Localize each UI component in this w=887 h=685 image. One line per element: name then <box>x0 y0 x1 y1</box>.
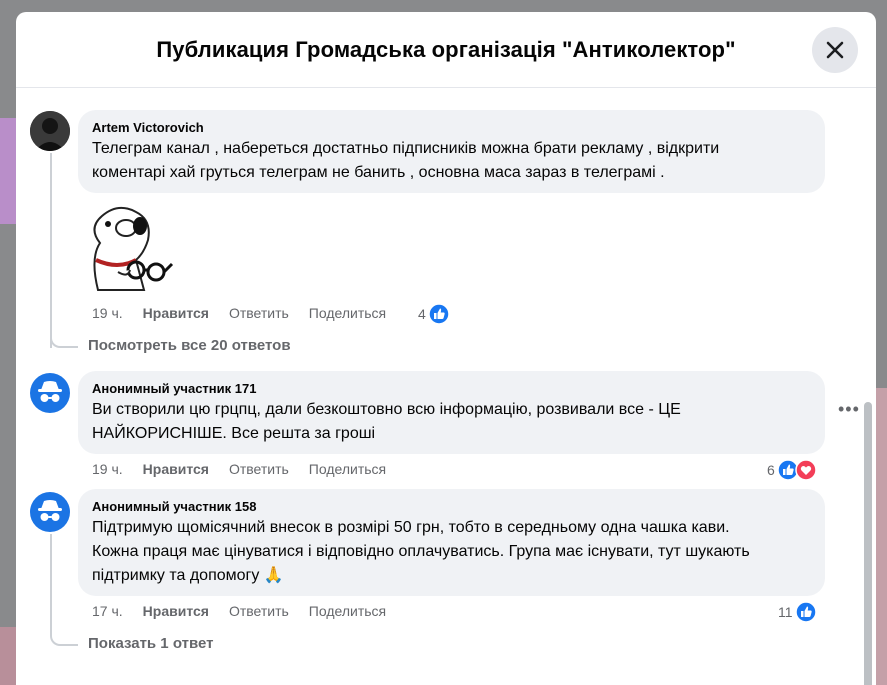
like-button[interactable]: Нравится <box>143 603 209 619</box>
avatar[interactable] <box>30 111 70 151</box>
comment-actions: 17 ч. Нравится Ответить Поделиться <box>92 603 386 619</box>
view-all-replies-button[interactable]: Посмотреть все 20 ответов <box>88 337 291 354</box>
background-strip <box>0 627 16 685</box>
comment-time[interactable]: 19 ч. <box>92 305 123 321</box>
reply-button[interactable]: Ответить <box>229 461 289 477</box>
share-button[interactable]: Поделиться <box>309 603 386 619</box>
comment-author[interactable]: Анонимный участник 171 <box>92 380 813 397</box>
comment-author[interactable]: Анонимный участник 158 <box>92 498 813 515</box>
comment-time[interactable]: 17 ч. <box>92 603 123 619</box>
thread-line <box>50 153 52 348</box>
thread-line <box>50 534 52 634</box>
comment-text-line: підтримку та допомогу 🙏 <box>92 567 284 584</box>
show-one-reply-button[interactable]: Показать 1 ответ <box>88 635 213 652</box>
love-reaction-icon <box>795 459 817 481</box>
anonymous-icon <box>38 500 62 521</box>
comment-text-line: коментарі хай груться телеграм не банить… <box>92 164 665 181</box>
comment-text-line: Підтримую щомісячний внесок в розмірі 50… <box>92 519 730 536</box>
reaction-summary[interactable]: 4 <box>418 303 450 325</box>
like-reaction-icon <box>794 601 817 623</box>
more-options-button[interactable]: ••• <box>838 399 860 420</box>
anonymous-avatar[interactable] <box>30 492 70 532</box>
background-strip <box>0 118 16 224</box>
like-reaction-icon <box>428 303 450 325</box>
thread-line <box>50 334 78 348</box>
close-icon <box>826 41 844 59</box>
comment-text-line: НАЙКОРИСНІШЕ. Все решта за гроші <box>92 425 376 442</box>
share-button[interactable]: Поделиться <box>309 305 386 321</box>
anonymous-icon <box>38 381 62 402</box>
reply-button[interactable]: Ответить <box>229 603 289 619</box>
thread-line <box>50 632 78 646</box>
reaction-count: 6 <box>767 462 775 478</box>
comment-actions: 19 ч. Нравится Ответить Поделиться <box>92 305 386 321</box>
comment-actions: 19 ч. Нравится Ответить Поделиться <box>92 461 386 477</box>
modal-header: Публикация Громадська організація "Антик… <box>16 12 876 88</box>
comment-bubble: Анонимный участник 158 Підтримую щомісяч… <box>78 489 825 596</box>
like-button[interactable]: Нравится <box>143 305 209 321</box>
close-button[interactable] <box>812 27 858 73</box>
like-button[interactable]: Нравится <box>143 461 209 477</box>
comment-bubble: Анонимный участник 171 Ви створили цю гр… <box>78 371 825 454</box>
comment-text-line: Кожна праця має цінуватися і відповідно … <box>92 543 750 560</box>
comment-text-line: Телеграм канал , набереться достатньо пі… <box>92 140 720 157</box>
reaction-count: 11 <box>778 604 793 620</box>
modal-title: Публикация Громадська організація "Антик… <box>156 36 736 62</box>
anonymous-avatar[interactable] <box>30 373 70 413</box>
scrollbar[interactable] <box>864 402 872 685</box>
post-modal: Публикация Громадська організація "Антик… <box>16 12 876 685</box>
comment-author[interactable]: Artem Victorovich <box>92 119 813 136</box>
comment-time[interactable]: 19 ч. <box>92 461 123 477</box>
reaction-summary[interactable]: 11 <box>778 601 817 623</box>
user-photo-icon <box>30 111 70 151</box>
cartoon-dog-with-glasses-sticker-icon <box>78 198 178 303</box>
reply-button[interactable]: Ответить <box>229 305 289 321</box>
reaction-count: 4 <box>418 306 426 322</box>
share-button[interactable]: Поделиться <box>309 461 386 477</box>
comment-bubble: Artem Victorovich Телеграм канал , набер… <box>78 110 825 193</box>
comment-text-line: Ви створили цю грцпц, дали безкоштовно в… <box>92 401 681 418</box>
reaction-summary[interactable]: 6 <box>767 459 817 481</box>
